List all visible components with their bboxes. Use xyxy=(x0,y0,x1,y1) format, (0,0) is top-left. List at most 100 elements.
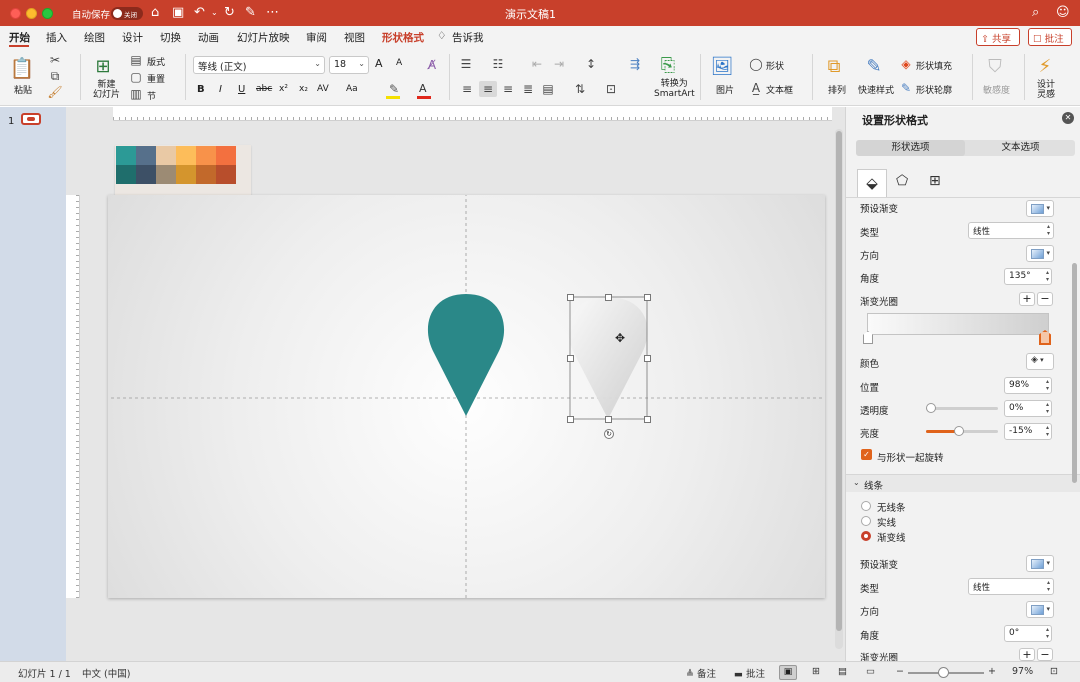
shape-fill-button[interactable]: 形状填充 xyxy=(916,59,952,72)
transparency-input[interactable]: 0% ▴ ▾ xyxy=(1004,400,1052,417)
clear-format-icon[interactable]: A̸ xyxy=(424,57,440,73)
resize-handle-sw[interactable] xyxy=(567,416,574,423)
add-stop-button[interactable]: + xyxy=(1019,292,1035,306)
zoom-slider-thumb[interactable] xyxy=(938,667,949,678)
italic-button[interactable]: I xyxy=(219,84,222,95)
swatch-top-1[interactable] xyxy=(116,146,136,165)
effects-pentagon-icon[interactable]: ⬠ xyxy=(896,173,908,189)
tab-transitions[interactable]: 切换 xyxy=(160,30,181,45)
picture-icon[interactable]: 🖼 xyxy=(709,54,735,78)
autosave-toggle[interactable]: 关闭 xyxy=(111,7,143,20)
teal-location-pin-shape[interactable] xyxy=(427,294,505,416)
cut-icon[interactable]: ✂ xyxy=(48,53,62,67)
shrink-font-button[interactable]: A xyxy=(396,58,402,68)
vertical-scrollbar[interactable] xyxy=(835,129,843,649)
close-window-button[interactable] xyxy=(10,8,21,19)
account-icon[interactable]: ☺ xyxy=(1056,5,1070,20)
textbox-button[interactable]: 文本框 xyxy=(766,83,793,96)
undo-icon[interactable]: ↶ xyxy=(194,5,205,20)
tab-design[interactable]: 设计 xyxy=(122,30,143,45)
line-section-header[interactable]: ⌄ 线条 xyxy=(846,474,1080,492)
superscript-button[interactable]: x² xyxy=(279,84,288,94)
search-icon[interactable]: ⌕ xyxy=(1032,5,1039,20)
reset-button[interactable]: 重置 xyxy=(147,72,165,85)
angle-input[interactable]: 135° ▴ ▾ xyxy=(1004,268,1052,285)
color-palette-swatches[interactable] xyxy=(115,145,251,197)
line-angle-input[interactable]: 0° ▴ ▾ xyxy=(1004,625,1052,642)
line-spacing-icon[interactable]: ↕ xyxy=(584,57,598,71)
copy-icon[interactable]: ⧉ xyxy=(48,69,62,83)
zoom-in-button[interactable]: + xyxy=(988,666,996,677)
home-icon[interactable]: ⌂ xyxy=(151,5,159,20)
picture-button[interactable]: 图片 xyxy=(716,83,734,96)
position-input[interactable]: 98% ▴ ▾ xyxy=(1004,377,1052,394)
distributed-icon[interactable]: ▤ xyxy=(541,82,555,96)
fill-line-icon[interactable]: ⬙ xyxy=(857,169,887,197)
justify-icon[interactable]: ≣ xyxy=(521,82,535,96)
change-case-button[interactable]: Aa xyxy=(346,84,358,94)
resize-handle-s[interactable] xyxy=(605,416,612,423)
gradient-location-pin-shape[interactable] xyxy=(568,297,648,419)
reading-view-icon[interactable]: ▤ xyxy=(838,666,847,677)
format-painter-icon[interactable]: 🖌 xyxy=(47,85,62,99)
smartart-icon[interactable]: ⎘ xyxy=(655,53,681,77)
close-pane-icon[interactable]: ✕ xyxy=(1062,112,1074,124)
resize-handle-w[interactable] xyxy=(567,355,574,362)
swatch-top-2[interactable] xyxy=(136,146,156,165)
share-button[interactable]: ⇪ 共享 xyxy=(976,28,1020,46)
slide-sorter-icon[interactable]: ⊞ xyxy=(812,666,820,677)
bold-button[interactable]: B xyxy=(197,84,205,95)
tab-animations[interactable]: 动画 xyxy=(198,30,219,45)
pane-scrollbar[interactable] xyxy=(1072,263,1077,483)
language-indicator[interactable]: 中文 (中国) xyxy=(82,666,130,680)
solid-line-radio[interactable] xyxy=(861,516,871,526)
more-icon[interactable]: ⋯ xyxy=(266,5,279,20)
arrange-icon[interactable]: ⧉ xyxy=(822,54,846,78)
bullets-icon[interactable]: ☰ xyxy=(458,57,474,71)
direction-button[interactable]: ▾ xyxy=(1026,245,1054,262)
swatch-top-3[interactable] xyxy=(156,146,176,165)
font-color-icon[interactable]: A xyxy=(419,82,427,95)
tab-slideshow[interactable]: 幻灯片放映 xyxy=(237,30,290,45)
tab-shape-options[interactable]: 形状选项 xyxy=(856,140,965,156)
transparency-slider-thumb[interactable] xyxy=(926,403,936,413)
font-size-select[interactable]: 18 ⌄ xyxy=(329,56,369,74)
sensitivity-icon[interactable]: ⛉ xyxy=(983,54,1007,78)
subscript-button[interactable]: x₂ xyxy=(299,84,308,94)
columns-icon[interactable]: ⇶ xyxy=(627,57,643,71)
numbering-icon[interactable]: ☷ xyxy=(490,57,506,71)
underline-button[interactable]: U xyxy=(238,84,245,95)
resize-handle-nw[interactable] xyxy=(567,294,574,301)
quick-styles-button[interactable]: 快速样式 xyxy=(858,83,894,96)
layout-button[interactable]: 版式 xyxy=(147,55,165,68)
shape-outline-button[interactable]: 形状轮廓 xyxy=(916,83,952,96)
line-direction-button[interactable]: ▾ xyxy=(1026,601,1054,618)
fit-slide-icon[interactable]: ⊡ xyxy=(1050,666,1058,677)
zoom-level[interactable]: 97% xyxy=(1012,666,1033,677)
brightness-input[interactable]: -15% ▴ ▾ xyxy=(1004,423,1052,440)
resize-handle-e[interactable] xyxy=(644,355,651,362)
resize-handle-n[interactable] xyxy=(605,294,612,301)
align-right-icon[interactable]: ≡ xyxy=(501,82,515,96)
edit-icon[interactable]: ✎ xyxy=(245,5,256,20)
tab-insert[interactable]: 插入 xyxy=(46,30,67,45)
rotate-with-shape-checkbox[interactable]: ✓ xyxy=(861,449,872,460)
swatch-bottom-1[interactable] xyxy=(116,165,136,184)
save-icon[interactable]: ▣ xyxy=(172,5,184,20)
preset-gradient-button[interactable]: ▾ xyxy=(1026,200,1054,217)
redo-icon[interactable]: ↻ xyxy=(224,5,235,20)
tell-me-search[interactable]: 告诉我 xyxy=(452,30,484,45)
shape-button[interactable]: 形状 xyxy=(766,59,784,72)
notes-button[interactable]: ≜ 备注 xyxy=(686,666,716,680)
swatch-bottom-6[interactable] xyxy=(216,165,236,184)
font-name-select[interactable]: 等线 (正文) ⌄ xyxy=(193,56,325,74)
no-line-radio[interactable] xyxy=(861,501,871,511)
convert-smartart-button[interactable]: 转换为 SmartArt xyxy=(654,79,695,99)
status-comments-button[interactable]: ▬ 批注 xyxy=(734,666,765,680)
align-center-icon[interactable]: ≡ xyxy=(479,81,497,97)
line-add-stop-button[interactable]: + xyxy=(1019,648,1035,661)
remove-stop-button[interactable]: − xyxy=(1037,292,1053,306)
line-preset-gradient-button[interactable]: ▾ xyxy=(1026,555,1054,572)
slide-thumbnail-1[interactable] xyxy=(21,113,41,125)
gradient-line-radio[interactable] xyxy=(861,531,871,541)
